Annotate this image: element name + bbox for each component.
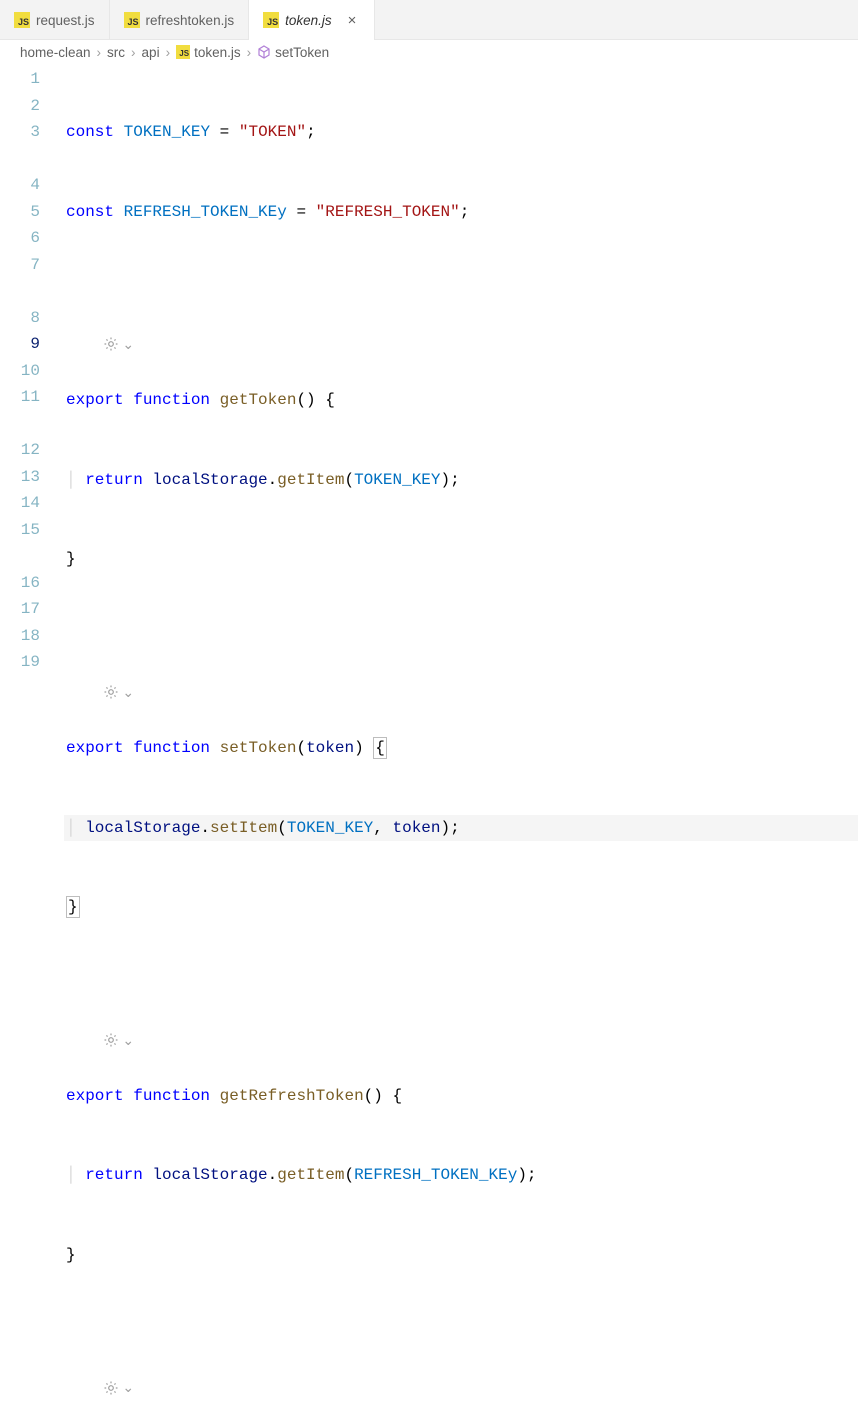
codelens[interactable]: ⌄: [102, 1374, 134, 1401]
chevron-right-icon: ›: [166, 45, 171, 60]
breadcrumb-seg[interactable]: api: [142, 45, 160, 60]
code-line[interactable]: [64, 1321, 858, 1348]
line-number: 14: [0, 490, 40, 517]
chevron-right-icon: ›: [131, 45, 136, 60]
method-icon: [257, 45, 271, 59]
code-line[interactable]: export function setToken(token) {: [64, 735, 858, 762]
breadcrumb-seg[interactable]: home-clean: [20, 45, 91, 60]
code-line[interactable]: [64, 626, 858, 653]
js-icon: JS: [176, 45, 190, 59]
breadcrumb-seg[interactable]: setToken: [275, 45, 329, 60]
tab-label: token.js: [285, 13, 332, 28]
codelens[interactable]: ⌄: [102, 331, 134, 358]
breadcrumb-seg[interactable]: token.js: [194, 45, 241, 60]
line-number: 8: [0, 305, 40, 332]
line-number-blank: [0, 543, 40, 570]
close-icon[interactable]: ×: [344, 10, 361, 31]
code-line[interactable]: const REFRESH_TOKEN_KEy = "REFRESH_TOKEN…: [64, 199, 858, 226]
tab-bar: JS request.js JS refreshtoken.js JS toke…: [0, 0, 858, 40]
line-number: 19: [0, 649, 40, 676]
chevron-down-icon: ⌄: [122, 331, 134, 358]
line-number-blank: [0, 278, 40, 305]
chevron-down-icon: ⌄: [122, 1374, 134, 1401]
code-area[interactable]: const TOKEN_KEY = "TOKEN"; const REFRESH…: [64, 66, 858, 1424]
gutter: 1 2 3 4 5 6 7 8 9 10 11 12 13 14 15 16 1…: [0, 66, 64, 1424]
tab-label: request.js: [36, 13, 95, 28]
line-number: 18: [0, 623, 40, 650]
line-number: 3: [0, 119, 40, 146]
code-line[interactable]: export function getRefreshToken() {: [64, 1083, 858, 1110]
tab-request-js[interactable]: JS request.js: [0, 0, 110, 40]
line-number: 10: [0, 358, 40, 385]
chevron-right-icon: ›: [247, 45, 252, 60]
codelens[interactable]: ⌄: [102, 679, 134, 706]
line-number: 2: [0, 93, 40, 120]
chevron-down-icon: ⌄: [122, 679, 134, 706]
code-editor[interactable]: 1 2 3 4 5 6 7 8 9 10 11 12 13 14 15 16 1…: [0, 66, 858, 1424]
code-line[interactable]: }: [64, 1242, 858, 1269]
breadcrumb-seg[interactable]: src: [107, 45, 125, 60]
line-number: 17: [0, 596, 40, 623]
js-icon: JS: [124, 12, 140, 28]
tab-refreshtoken-js[interactable]: JS refreshtoken.js: [110, 0, 250, 40]
code-line[interactable]: │ return localStorage.getItem(REFRESH_TO…: [64, 1162, 858, 1189]
line-number: 13: [0, 464, 40, 491]
tab-label: refreshtoken.js: [146, 13, 235, 28]
code-line[interactable]: }: [64, 894, 858, 921]
code-line[interactable]: const TOKEN_KEY = "TOKEN";: [64, 119, 858, 146]
code-line[interactable]: }: [64, 546, 858, 573]
line-number-blank: [0, 411, 40, 438]
chevron-down-icon: ⌄: [122, 1027, 134, 1054]
line-number: 6: [0, 225, 40, 252]
code-line[interactable]: [64, 974, 858, 1001]
line-number: 5: [0, 199, 40, 226]
chevron-right-icon: ›: [97, 45, 102, 60]
code-line[interactable]: │ localStorage.setItem(TOKEN_KEY, token)…: [64, 815, 858, 842]
line-number: 11: [0, 384, 40, 411]
js-icon: JS: [263, 12, 279, 28]
line-number: 16: [0, 570, 40, 597]
line-number: 15: [0, 517, 40, 544]
line-number: 7: [0, 252, 40, 279]
line-number: 1: [0, 66, 40, 93]
tab-token-js[interactable]: JS token.js ×: [249, 0, 375, 40]
code-line[interactable]: [64, 278, 858, 305]
line-number: 12: [0, 437, 40, 464]
codelens[interactable]: ⌄: [102, 1027, 134, 1054]
line-number-blank: [0, 146, 40, 173]
breadcrumb[interactable]: home-clean › src › api › JS token.js › s…: [0, 40, 858, 66]
line-number: 4: [0, 172, 40, 199]
code-line[interactable]: │ return localStorage.getItem(TOKEN_KEY)…: [64, 467, 858, 494]
code-line[interactable]: export function getToken() {: [64, 387, 858, 414]
js-icon: JS: [14, 12, 30, 28]
line-number: 9: [0, 331, 40, 358]
